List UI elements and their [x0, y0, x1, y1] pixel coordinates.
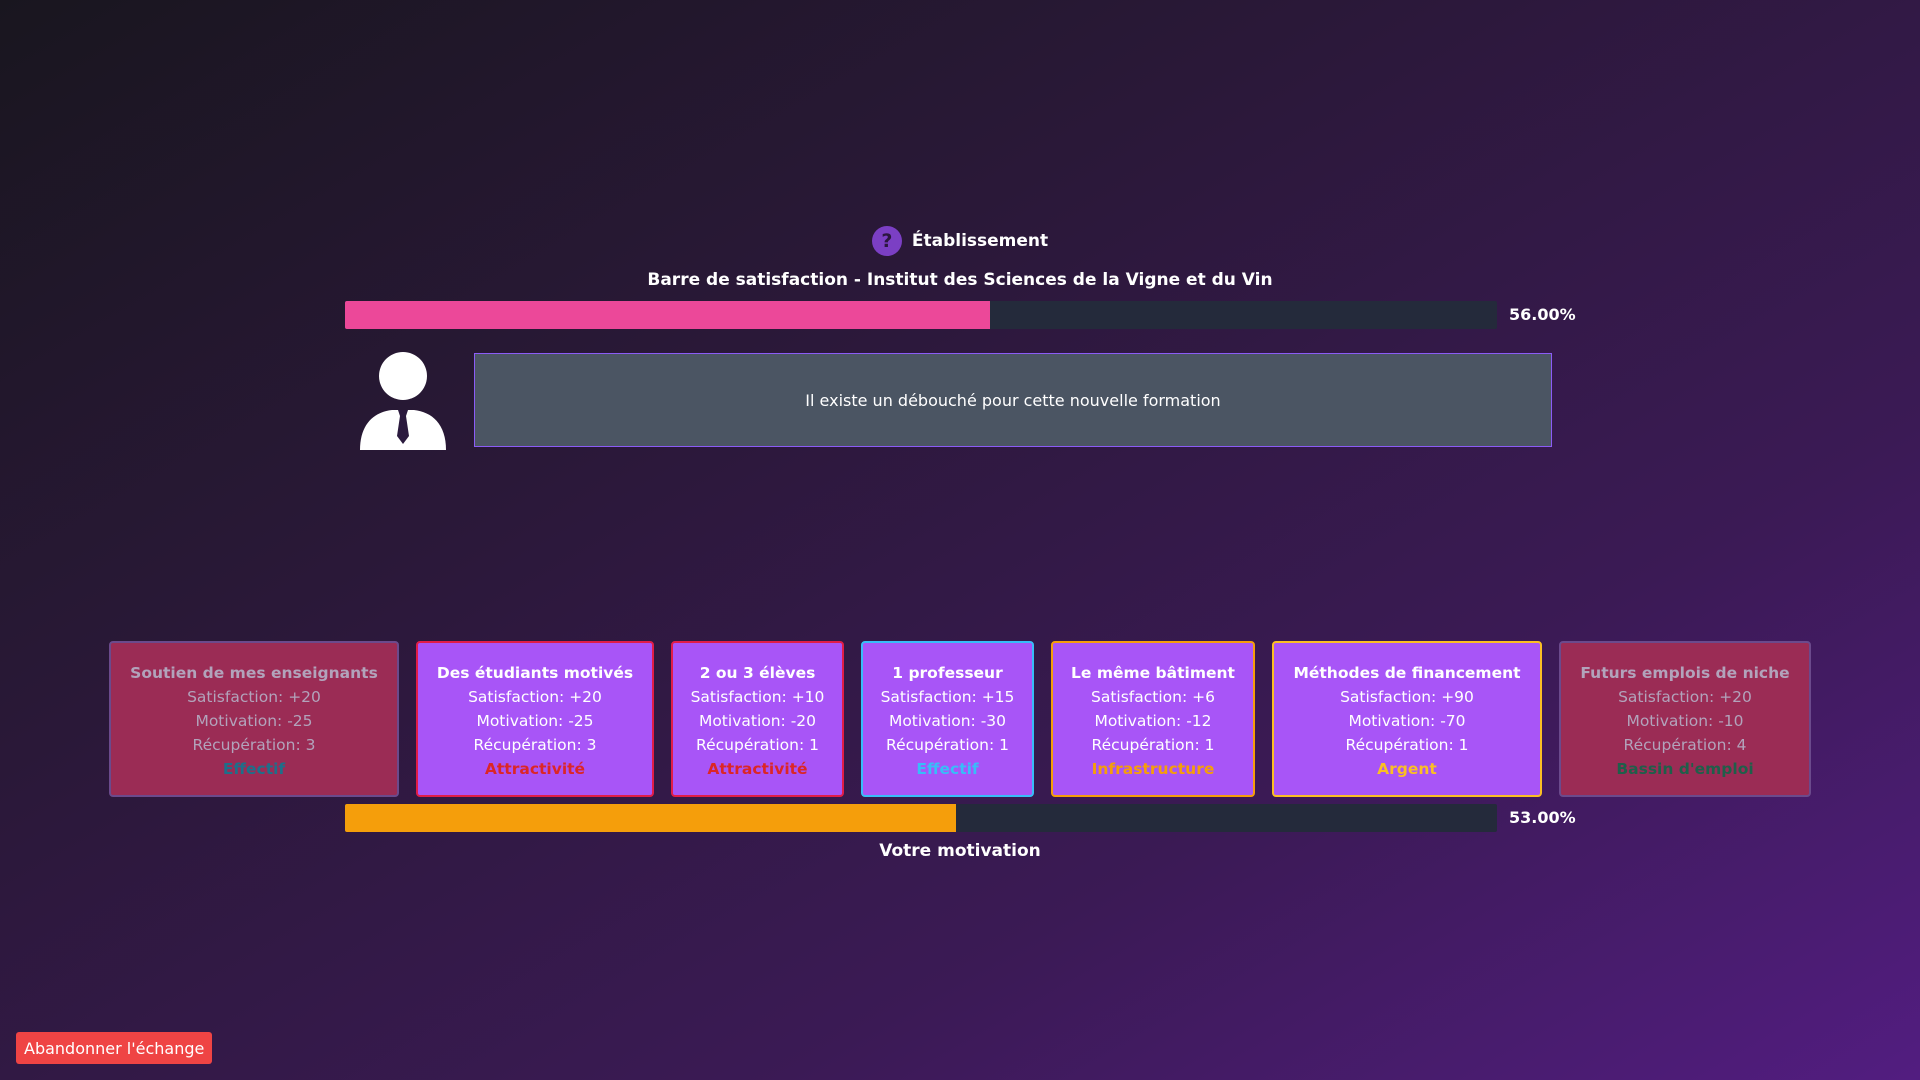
argument-card[interactable]: 2 ou 3 élèves Satisfaction: +10 Motivation… [671, 641, 844, 797]
card-motivation: Motivation: -25 [195, 712, 313, 730]
card-recuperation: Récupération: 1 [696, 736, 819, 754]
card-recuperation: Récupération: 1 [1091, 736, 1215, 754]
abandon-exchange-button[interactable]: Abandonner l'échange [16, 1032, 213, 1064]
card-title: Des étudiants motivés [436, 664, 634, 682]
card-motivation: Motivation: -25 [476, 712, 594, 730]
card-title: 2 ou 3 élèves [699, 664, 816, 682]
card-satisfaction: Satisfaction: +20 [468, 688, 602, 706]
card-type: Effectif [916, 760, 979, 778]
motivation-bar-fill [345, 804, 956, 832]
argument-card[interactable]: Le même bâtiment Satisfaction: +6 Motivati… [1051, 641, 1255, 797]
dialogue-message: Il existe un débouché pour cette nouvell… [805, 390, 1221, 410]
card-recuperation: Récupération: 4 [1623, 736, 1747, 754]
card-recuperation: Récupération: 3 [473, 736, 597, 754]
satisfaction-bar-title: Barre de satisfaction - Institut des Sci… [647, 270, 1273, 290]
motivation-bar [345, 804, 1497, 832]
card-satisfaction: Satisfaction: +6 [1091, 688, 1215, 706]
card-satisfaction: Satisfaction: +10 [690, 688, 825, 706]
card-type: Effectif [222, 760, 286, 778]
card-recuperation: Récupération: 3 [192, 736, 316, 754]
businessman-icon [360, 352, 446, 450]
card-title: Soutien de mes enseignants [130, 664, 378, 682]
card-type: Argent [1377, 760, 1437, 778]
card-recuperation: Récupération: 1 [886, 736, 1009, 754]
argument-card: Futurs emplois de niche Satisfaction: +20… [1559, 641, 1811, 797]
dialogue-message-box: Il existe un débouché pour cette nouvell… [474, 353, 1552, 447]
satisfaction-bar [345, 301, 1497, 329]
card-motivation: Motivation: -12 [1094, 712, 1212, 730]
card-title: Méthodes de financement [1293, 664, 1521, 682]
satisfaction-bar-fill [345, 301, 991, 329]
argument-card[interactable]: 1 professeur Satisfaction: +15 Motivation:… [861, 641, 1034, 797]
card-motivation: Motivation: -30 [888, 712, 1007, 730]
argument-card[interactable]: Méthodes de financement Satisfaction: +90… [1272, 641, 1542, 797]
card-title: Le même bâtiment [1071, 664, 1235, 682]
card-motivation: Motivation: -10 [1626, 712, 1744, 730]
card-satisfaction: Satisfaction: +90 [1340, 688, 1474, 706]
card-motivation: Motivation: -70 [1348, 712, 1466, 730]
card-satisfaction: Satisfaction: +20 [187, 688, 321, 706]
argument-cards: Soutien de mes enseignants Satisfaction: … [0, 641, 1920, 797]
card-satisfaction: Satisfaction: +20 [1618, 688, 1752, 706]
card-type: Infrastructure [1091, 760, 1215, 778]
card-type: Attractivité [707, 760, 808, 778]
help-icon[interactable]: ? [871, 226, 902, 256]
motivation-label: Votre motivation [879, 841, 1041, 861]
card-title: 1 professeur [892, 664, 1003, 682]
card-recuperation: Récupération: 1 [1345, 736, 1469, 754]
motivation-percent: 53.00% [1509, 808, 1576, 827]
card-satisfaction: Satisfaction: +15 [880, 688, 1015, 706]
card-motivation: Motivation: -20 [698, 712, 817, 730]
card-type: Bassin d'emploi [1616, 760, 1754, 778]
argument-card: Soutien de mes enseignants Satisfaction: … [109, 641, 399, 797]
satisfaction-percent: 56.00% [1509, 305, 1576, 324]
establishment-title: Établissement [911, 231, 1049, 251]
argument-card[interactable]: Des étudiants motivés Satisfaction: +20 Mo… [416, 641, 654, 797]
card-type: Attractivité [484, 760, 586, 778]
header: ? Établissement [0, 226, 1920, 256]
card-title: Futurs emplois de niche [1580, 664, 1790, 682]
